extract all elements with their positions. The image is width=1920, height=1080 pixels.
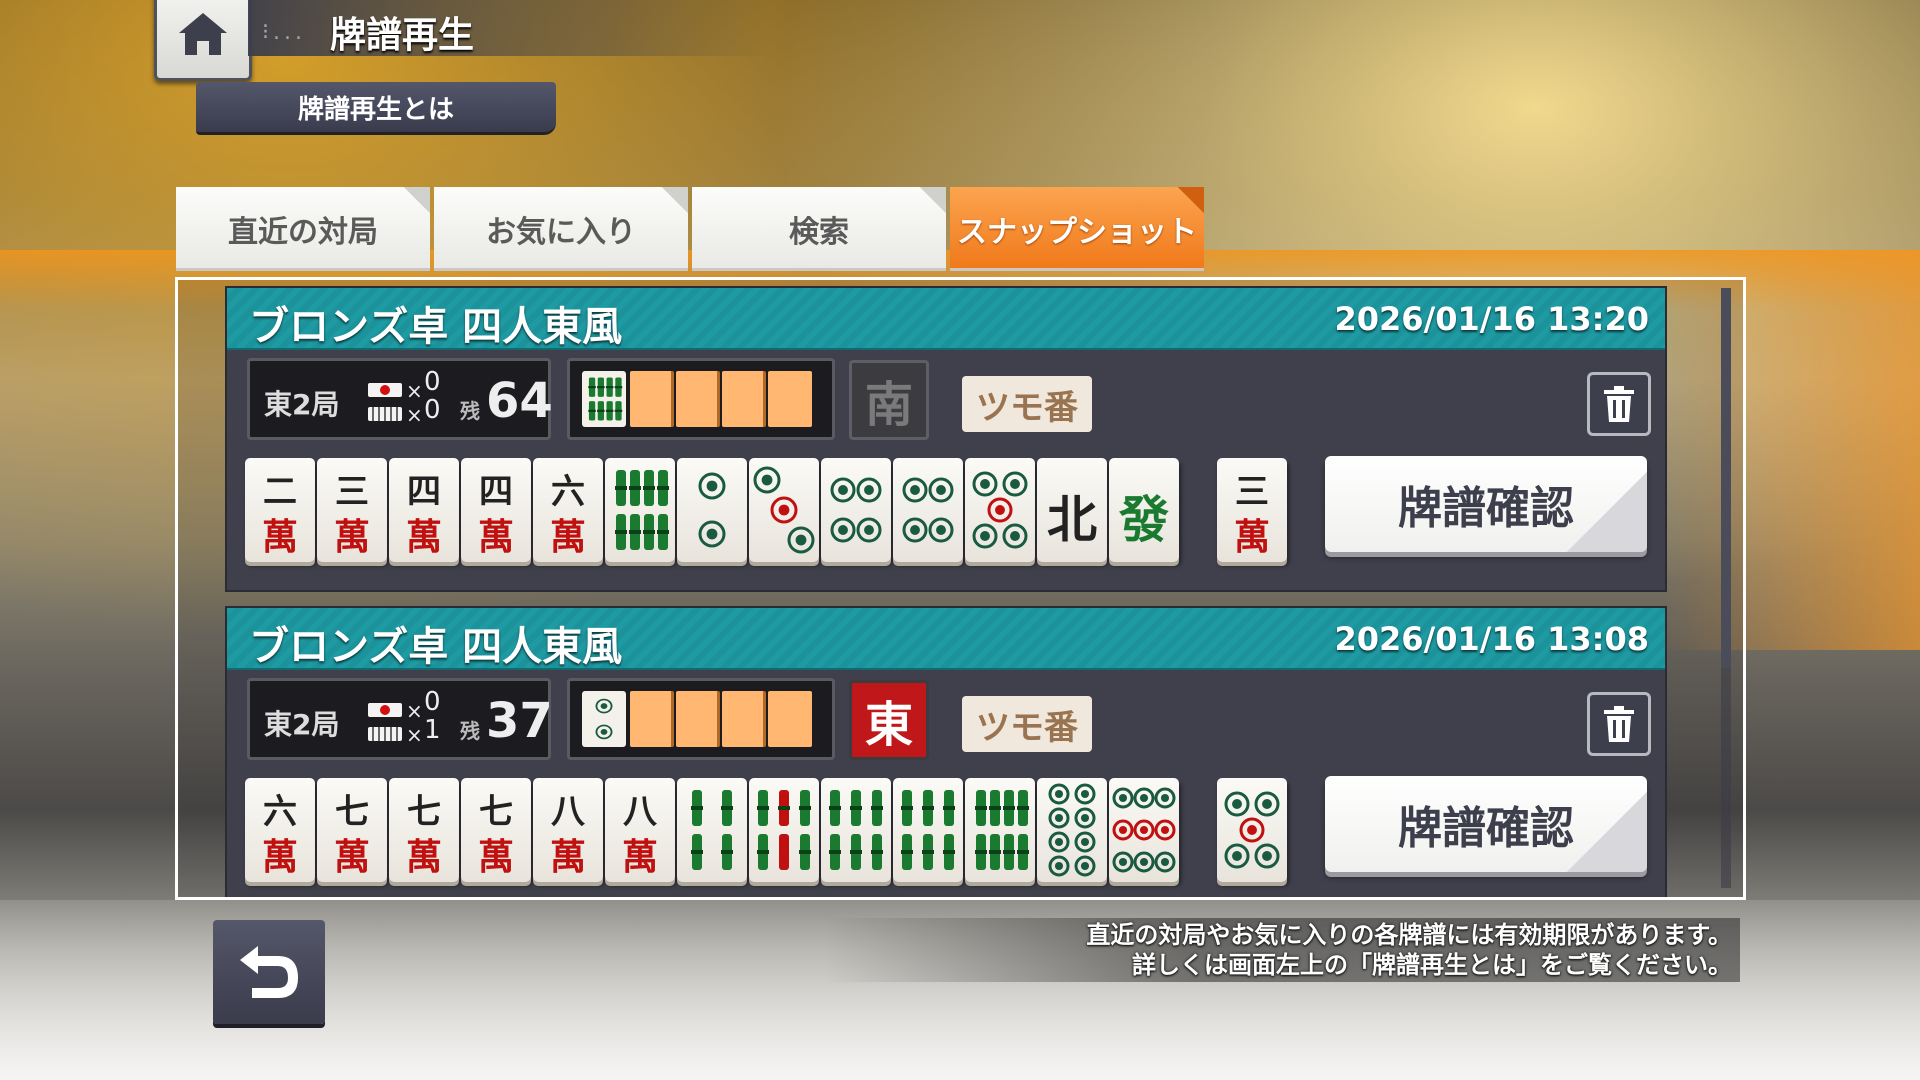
mahjong-tile-8-pin: [1037, 778, 1107, 882]
dora-hidden-tile: [768, 371, 812, 427]
delete-button[interactable]: [1587, 372, 1651, 436]
dora-hidden-tile: [722, 691, 766, 747]
notice-line-1: 直近の対局やお気に入りの各牌譜には有効期限があります。: [1086, 921, 1732, 949]
mahjong-tile-七萬: 七萬: [461, 778, 531, 882]
riichi-x: ×: [406, 379, 423, 403]
record-datetime: 2026/01/16 13:08: [1334, 620, 1650, 658]
mahjong-tile-8-sou: [605, 458, 675, 562]
riichi-x: ×: [406, 699, 423, 723]
mahjong-tile-6-sou: [821, 778, 891, 882]
dora-indicator-tile: [582, 371, 626, 427]
honba-count: 1: [424, 715, 441, 745]
tab-recent[interactable]: 直近の対局: [176, 187, 430, 271]
remaining-count: 64: [486, 373, 553, 429]
record-header: ブロンズ卓 四人東風 2026/01/16 13:20: [227, 288, 1665, 350]
title-bar: [248, 0, 768, 56]
honba-x: ×: [406, 723, 423, 747]
seat-wind-badge: 南: [849, 360, 929, 440]
dora-hidden-tile: [676, 691, 720, 747]
riichi-stick-icon: [368, 383, 402, 397]
trash-icon: [1604, 706, 1634, 742]
dora-hidden-tile: [630, 691, 674, 747]
mahjong-tile-4-sou: [677, 778, 747, 882]
mahjong-tile-3-pin: [749, 458, 819, 562]
mahjong-tile-4-pin: [893, 458, 963, 562]
dora-indicator-box: [567, 678, 835, 760]
title-decoration: ⁝...: [262, 20, 306, 45]
mahjong-tile-9-pin: [1109, 778, 1179, 882]
honba-stick-icon: [368, 727, 402, 741]
mahjong-tile-八萬: 八萬: [605, 778, 675, 882]
records-panel: ブロンズ卓 四人東風 2026/01/16 13:20 東2局 × 0 × 0 …: [175, 277, 1746, 900]
round-info: 東2局 × 0 × 1 残 37: [247, 678, 553, 760]
back-arrow-icon: [240, 946, 298, 998]
mahjong-tile-8-sou: [965, 778, 1035, 882]
tab-favorites[interactable]: お気に入り: [434, 187, 688, 271]
remaining-label: 残: [460, 719, 480, 743]
dora-indicator-box: [567, 358, 835, 440]
expiry-notice: 直近の対局やお気に入りの各牌譜には有効期限があります。 詳しくは画面左上の「牌譜…: [824, 918, 1740, 982]
mahjong-tile-六萬: 六萬: [245, 778, 315, 882]
mahjong-tile-2-pin: [677, 458, 747, 562]
record-card: ブロンズ卓 四人東風 2026/01/16 13:20 東2局 × 0 × 0 …: [225, 286, 1667, 592]
view-kifu-button[interactable]: 牌譜確認: [1325, 776, 1647, 872]
scrollbar-thumb[interactable]: [1721, 288, 1731, 668]
trash-icon: [1604, 386, 1634, 422]
riichi-count: 0: [424, 687, 441, 717]
riichi-stick-icon: [368, 703, 402, 717]
round-name: 東2局: [264, 388, 340, 421]
home-icon: [179, 13, 227, 55]
back-button[interactable]: [213, 920, 325, 1024]
record-datetime: 2026/01/16 13:20: [1334, 300, 1650, 338]
mahjong-tile-6-sou: [893, 778, 963, 882]
dora-hidden-tile: [630, 371, 674, 427]
turn-badge: ツモ番: [962, 376, 1092, 432]
mahjong-tile-四萬: 四萬: [461, 458, 531, 562]
record-card: ブロンズ卓 四人東風 2026/01/16 13:08 東2局 × 0 × 1 …: [225, 606, 1667, 897]
about-kifu-button[interactable]: 牌譜再生とは: [196, 82, 556, 135]
tab-snapshot[interactable]: スナップショット: [950, 187, 1204, 271]
scrollbar[interactable]: [1721, 288, 1731, 888]
seat-wind-badge: 東: [849, 680, 929, 760]
mahjong-tile-5-pin: [965, 458, 1035, 562]
honba-count: 0: [424, 395, 441, 425]
mahjong-tile-三萬: 三萬: [317, 458, 387, 562]
view-kifu-button[interactable]: 牌譜確認: [1325, 456, 1647, 552]
mahjong-tile-二萬: 二萬: [245, 458, 315, 562]
mahjong-tile-發: 發: [1109, 458, 1179, 562]
mahjong-tile-八萬: 八萬: [533, 778, 603, 882]
turn-badge: ツモ番: [962, 696, 1092, 752]
mahjong-tile-5-sou: [749, 778, 819, 882]
delete-button[interactable]: [1587, 692, 1651, 756]
honba-stick-icon: [368, 407, 402, 421]
mahjong-tile-4-pin: [821, 458, 891, 562]
riichi-count: 0: [424, 367, 441, 397]
dora-hidden-tile: [722, 371, 766, 427]
mahjong-tile-六萬: 六萬: [533, 458, 603, 562]
home-button[interactable]: [154, 0, 252, 81]
drawn-tile: [1217, 778, 1287, 882]
mahjong-tile-北: 北: [1037, 458, 1107, 562]
tab-search[interactable]: 検索: [692, 187, 946, 271]
honba-x: ×: [406, 403, 423, 427]
record-title: ブロンズ卓 四人東風: [249, 624, 623, 670]
mahjong-tile-七萬: 七萬: [317, 778, 387, 882]
remaining-label: 残: [460, 399, 480, 423]
dora-hidden-tile: [768, 691, 812, 747]
drawn-tile: 三萬: [1217, 458, 1287, 562]
dora-hidden-tile: [676, 371, 720, 427]
round-name: 東2局: [264, 708, 340, 741]
remaining-count: 37: [486, 693, 553, 749]
record-header: ブロンズ卓 四人東風 2026/01/16 13:08: [227, 608, 1665, 670]
mahjong-tile-七萬: 七萬: [389, 778, 459, 882]
page-title: 牌譜再生: [330, 15, 475, 56]
dora-indicator-tile: [582, 691, 626, 747]
record-title: ブロンズ卓 四人東風: [249, 304, 623, 350]
round-info: 東2局 × 0 × 0 残 64: [247, 358, 553, 440]
mahjong-tile-四萬: 四萬: [389, 458, 459, 562]
notice-line-2: 詳しくは画面左上の「牌譜再生とは」をご覧ください。: [1132, 951, 1732, 979]
